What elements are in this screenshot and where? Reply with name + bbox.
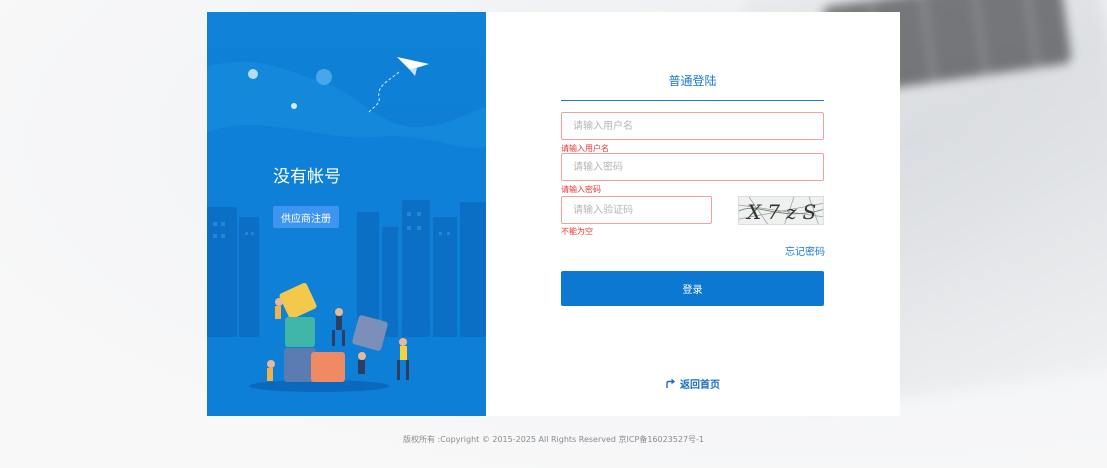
left-illustration [207, 57, 486, 416]
forgot-password-link[interactable]: 忘记密码 [785, 243, 825, 258]
back-home-link[interactable]: 返回首页 [666, 376, 720, 391]
tab-normal-login[interactable]: 普通登陆 [561, 72, 824, 89]
supplier-register-button[interactable]: 供应商注册 [273, 206, 339, 228]
captcha-error: 不能为空 [561, 227, 593, 236]
captcha-input[interactable] [561, 196, 712, 224]
tab-underline [561, 100, 824, 101]
login-card: 没有帐号 供应商注册 普通登陆 请输入用户名 请输入密码 不能为空 X7zS 忘… [207, 12, 900, 416]
left-panel: 没有帐号 供应商注册 [207, 12, 486, 416]
footer-copyright: 版权所有 :Copyright © 2015-2025 All Rights R… [402, 435, 705, 444]
password-error: 请输入密码 [561, 185, 601, 194]
login-form-panel: 普通登陆 请输入用户名 请输入密码 不能为空 X7zS 忘记密码 登录 返回首页 [486, 12, 900, 416]
share-arrow-icon [666, 378, 676, 388]
captcha-text: X7zS [745, 200, 822, 224]
no-account-heading: 没有帐号 [273, 167, 341, 187]
paper-plane-icon [368, 57, 429, 113]
captcha-image[interactable]: X7zS [738, 196, 824, 225]
username-input[interactable] [561, 112, 824, 140]
password-input[interactable] [561, 153, 824, 181]
back-home-label: 返回首页 [680, 380, 720, 391]
login-button[interactable]: 登录 [561, 271, 824, 306]
